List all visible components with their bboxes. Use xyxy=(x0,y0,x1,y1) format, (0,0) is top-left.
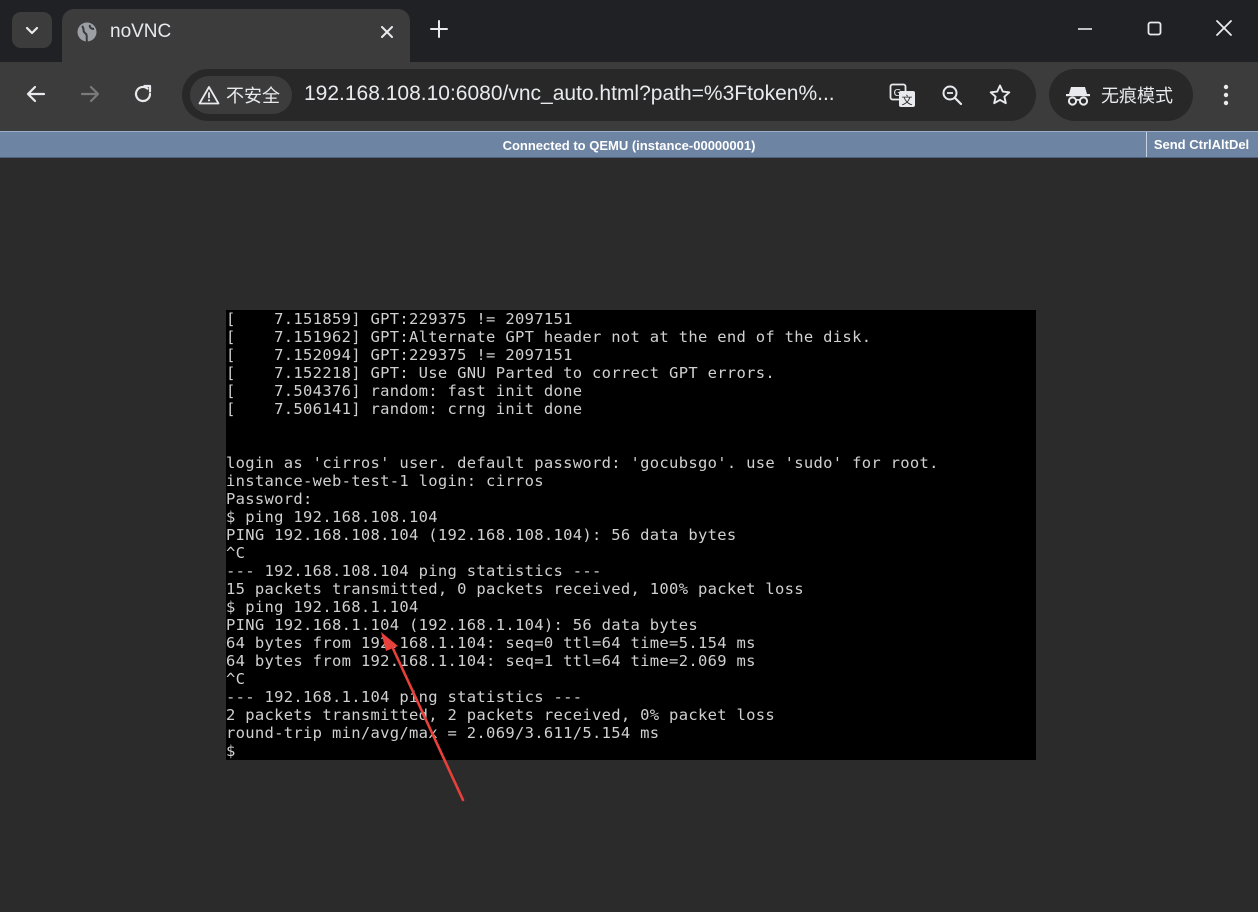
url-text[interactable]: 192.168.108.10:6080/vnc_auto.html?path=%… xyxy=(304,82,835,106)
tab-novnc[interactable]: noVNC xyxy=(62,9,410,62)
arrow-left-icon[interactable] xyxy=(24,82,48,106)
vnc-console-screen[interactable]: [ 7.151859] GPT:229375 != 2097151[ 7.151… xyxy=(226,310,1036,760)
terminal-line: ^C xyxy=(226,544,246,562)
terminal-line: ^C xyxy=(226,670,246,688)
translate-icon[interactable]: G 文 xyxy=(889,83,917,109)
plus-icon[interactable] xyxy=(428,18,450,40)
globe-icon xyxy=(77,22,97,42)
maximize-icon[interactable] xyxy=(1145,18,1165,38)
terminal-line: [ 7.152218] GPT: Use GNU Parted to corre… xyxy=(226,364,776,382)
terminal-line: 15 packets transmitted, 0 packets receiv… xyxy=(226,580,804,598)
terminal-line: $ ping 192.168.108.104 xyxy=(226,508,438,526)
browser-toolbar: 不安全 192.168.108.10:6080/vnc_auto.html?pa… xyxy=(0,62,1258,131)
svg-text:G: G xyxy=(894,88,902,99)
terminal-line: $ ping 192.168.1.104 xyxy=(226,598,419,616)
incognito-badge[interactable]: 无痕模式 xyxy=(1049,69,1193,121)
svg-text:文: 文 xyxy=(902,93,913,107)
terminal-line: [ 7.152094] GPT:229375 != 2097151 xyxy=(226,346,573,364)
security-chip[interactable]: 不安全 xyxy=(190,76,292,114)
terminal-line: 64 bytes from 192.168.1.104: seq=1 ttl=6… xyxy=(226,652,756,670)
address-bar[interactable]: 不安全 192.168.108.10:6080/vnc_auto.html?pa… xyxy=(182,69,1036,121)
tab-title: noVNC xyxy=(110,21,172,42)
close-window-icon[interactable] xyxy=(1214,18,1234,38)
novnc-status-bar: Connected to QEMU (instance-00000001) Se… xyxy=(0,131,1258,158)
terminal-line: $ xyxy=(226,742,236,760)
terminal-line: login as 'cirros' user. default password… xyxy=(226,454,939,472)
terminal-line: [ 7.504376] random: fast init done xyxy=(226,382,583,400)
reload-icon[interactable] xyxy=(131,82,155,106)
terminal-line: [ 7.151859] GPT:229375 != 2097151 xyxy=(226,310,573,328)
terminal-line: --- 192.168.1.104 ping statistics --- xyxy=(226,688,583,706)
connection-status: Connected to QEMU (instance-00000001) xyxy=(502,138,756,153)
terminal-line: instance-web-test-1 login: cirros xyxy=(226,472,544,490)
arrow-right-icon[interactable] xyxy=(78,82,102,106)
tab-strip: noVNC xyxy=(0,0,1258,62)
minimize-icon[interactable] xyxy=(1075,18,1095,38)
send-ctrl-alt-del-button[interactable]: Send CtrlAltDel xyxy=(1146,132,1256,157)
vnc-viewport[interactable]: [ 7.151859] GPT:229375 != 2097151[ 7.151… xyxy=(0,158,1258,912)
zoom-icon[interactable] xyxy=(940,83,964,107)
terminal-line: 64 bytes from 192.168.1.104: seq=0 ttl=6… xyxy=(226,634,756,652)
terminal-line: 2 packets transmitted, 2 packets receive… xyxy=(226,706,776,724)
terminal-line: PING 192.168.108.104 (192.168.108.104): … xyxy=(226,526,737,544)
terminal-line: round-trip min/avg/max = 2.069/3.611/5.1… xyxy=(226,724,660,742)
warning-icon xyxy=(198,86,220,105)
incognito-icon xyxy=(1066,87,1090,106)
terminal-line: Password: xyxy=(226,490,313,508)
terminal-line: [ 7.506141] random: crng init done xyxy=(226,400,583,418)
terminal-output: [ 7.151859] GPT:229375 != 2097151[ 7.151… xyxy=(226,310,939,760)
tab-search-button[interactable] xyxy=(12,12,52,48)
terminal-line: [ 7.151962] GPT:Alternate GPT header not… xyxy=(226,328,872,346)
kebab-menu-icon[interactable] xyxy=(1214,82,1238,108)
close-icon[interactable] xyxy=(378,23,396,41)
terminal-line: --- 192.168.108.104 ping statistics --- xyxy=(226,562,602,580)
security-label: 不安全 xyxy=(226,86,280,106)
incognito-label: 无痕模式 xyxy=(1101,86,1173,106)
terminal-line: PING 192.168.1.104 (192.168.1.104): 56 d… xyxy=(226,616,698,634)
chevron-down-icon xyxy=(25,26,39,35)
star-icon[interactable] xyxy=(988,83,1012,107)
